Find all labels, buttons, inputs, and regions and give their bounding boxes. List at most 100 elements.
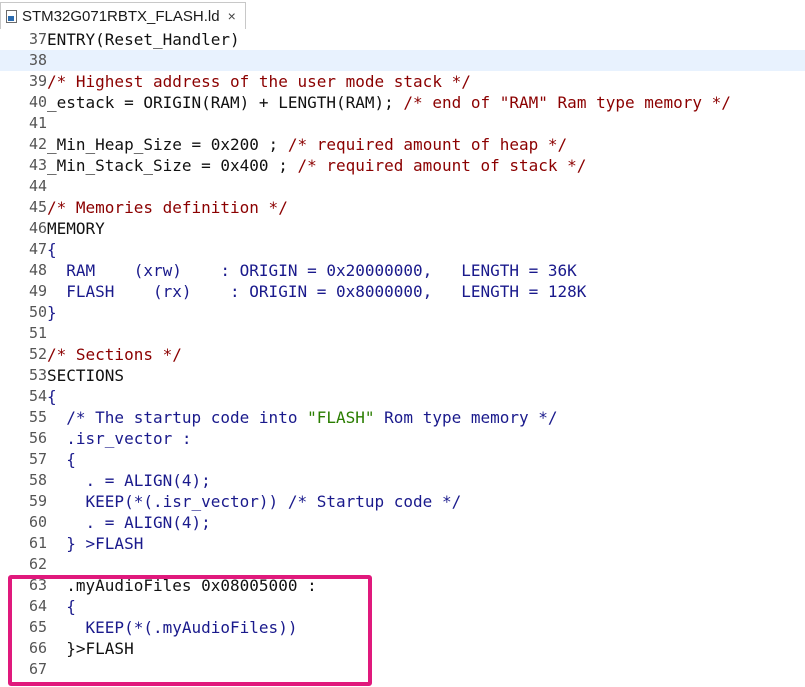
code-token: KEEP(*(.myAudioFiles)) (47, 618, 298, 637)
code-token: /* Highest address of the user mode stac… (47, 72, 471, 91)
close-icon[interactable]: × (228, 8, 236, 24)
code-token: /* required amount of stack */ (297, 156, 587, 175)
code-token: _Min_Heap_Size = 0x200 ; (47, 135, 288, 154)
tab-title: STM32G071RBTX_FLASH.ld (22, 7, 220, 25)
line-code: { (47, 596, 76, 617)
line-code: _Min_Heap_Size = 0x200 ; /* required amo… (47, 134, 567, 155)
line-number: 64 (28, 597, 47, 615)
editor-tab-bar: STM32G071RBTX_FLASH.ld × (0, 0, 805, 29)
code-token: }>FLASH (47, 639, 134, 658)
line-code: .isr_vector : (47, 428, 192, 449)
code-editor[interactable]: 37 ENTRY(Reset_Handler) 38 39/* Highest add… (0, 29, 805, 687)
code-line[interactable]: 37 ENTRY(Reset_Handler) (0, 29, 805, 50)
line-code: /* Highest address of the user mode stac… (47, 71, 471, 92)
code-line[interactable]: 65 KEEP(*(.myAudioFiles)) (0, 617, 805, 638)
code-token: .isr_vector : (47, 429, 192, 448)
code-line[interactable]: 48 RAM (xrw) : ORIGIN = 0x20000000, LENG… (0, 260, 805, 281)
code-token: _estack = ORIGIN(RAM) + LENGTH(RAM); (47, 93, 404, 112)
code-line[interactable]: 55 /* The startup code into "FLASH" Rom … (0, 407, 805, 428)
code-line[interactable]: 46 MEMORY (0, 218, 805, 239)
code-token: MEMORY (47, 219, 105, 238)
line-code: _estack = ORIGIN(RAM) + LENGTH(RAM); /* … (47, 92, 731, 113)
code-token: { (47, 597, 76, 616)
code-token: } >FLASH (47, 534, 144, 553)
line-code: ENTRY(Reset_Handler) (47, 29, 240, 50)
code-line[interactable]: 50} (0, 302, 805, 323)
line-code: MEMORY (47, 218, 105, 239)
code-token: { (47, 387, 57, 406)
line-number: 58 (28, 471, 47, 489)
code-token: /* Sections */ (47, 345, 182, 364)
code-line[interactable]: 60 . = ALIGN(4); (0, 512, 805, 533)
line-number: 59 (28, 492, 47, 510)
line-number: 53 (28, 366, 47, 384)
line-code: } (47, 302, 57, 323)
line-code: _Min_Stack_Size = 0x400 ; /* required am… (47, 155, 586, 176)
code-line[interactable]: 51 (0, 323, 805, 344)
line-number: 52 (28, 345, 47, 363)
line-number: 42 (28, 135, 47, 153)
code-line[interactable]: 57 { (0, 449, 805, 470)
code-line[interactable]: 53 SECTIONS (0, 365, 805, 386)
code-line[interactable]: 42 _Min_Heap_Size = 0x200 ; /* required a… (0, 134, 805, 155)
code-line[interactable]: 43 _Min_Stack_Size = 0x400 ; /* required … (0, 155, 805, 176)
code-line[interactable]: 39/* Highest address of the user mode st… (0, 71, 805, 92)
code-line[interactable]: 38 (0, 50, 805, 71)
code-token: SECTIONS (47, 366, 125, 385)
line-code: . = ALIGN(4); (47, 470, 211, 491)
linker-script-file-icon (6, 9, 17, 23)
code-token: . = ALIGN(4); (47, 513, 211, 532)
line-number: 37 (28, 30, 47, 48)
code-token: { (47, 240, 57, 259)
code-token: Rom type memory */ (374, 408, 558, 427)
code-line[interactable]: 45/* Memories definition */ (0, 197, 805, 218)
code-line[interactable]: 62 (0, 554, 805, 575)
line-code: /* Sections */ (47, 344, 182, 365)
line-number: 48 (28, 261, 47, 279)
code-line[interactable]: 56 .isr_vector : (0, 428, 805, 449)
line-code: . = ALIGN(4); (47, 512, 211, 533)
line-number: 51 (28, 324, 47, 342)
line-number: 41 (28, 114, 47, 132)
code-line[interactable]: 61 } >FLASH (0, 533, 805, 554)
line-code: SECTIONS (47, 365, 124, 386)
code-line[interactable]: 41 (0, 113, 805, 134)
line-number: 45 (28, 198, 47, 216)
code-line[interactable]: 49 FLASH (rx) : ORIGIN = 0x8000000, LENG… (0, 281, 805, 302)
line-number: 44 (28, 177, 47, 195)
code-token: /* The startup code into (47, 408, 308, 427)
tab-linker-script[interactable]: STM32G071RBTX_FLASH.ld × (0, 2, 246, 29)
line-number: 67 (28, 660, 47, 678)
code-line[interactable]: 63 .myAudioFiles 0x08005000 : (0, 575, 805, 596)
line-code: FLASH (rx) : ORIGIN = 0x8000000, LENGTH … (47, 281, 586, 302)
line-code: KEEP(*(.myAudioFiles)) (47, 617, 298, 638)
code-line[interactable]: 47{ (0, 239, 805, 260)
line-code: KEEP(*(.isr_vector)) /* Startup code */ (47, 491, 462, 512)
line-number: 49 (28, 282, 47, 300)
line-number: 60 (28, 513, 47, 531)
code-token: ENTRY(Reset_Handler) (47, 30, 240, 49)
line-code: RAM (xrw) : ORIGIN = 0x20000000, LENGTH … (47, 260, 577, 281)
code-line[interactable]: 64 { (0, 596, 805, 617)
line-code: } >FLASH (47, 533, 143, 554)
code-token: /* end of "RAM" Ram type memory */ (403, 93, 731, 112)
code-line[interactable]: 66 }>FLASH (0, 638, 805, 659)
code-line[interactable]: 44 (0, 176, 805, 197)
code-line[interactable]: 54{ (0, 386, 805, 407)
line-number: 50 (28, 303, 47, 321)
code-token: } (47, 303, 57, 322)
code-line[interactable]: 58 . = ALIGN(4); (0, 470, 805, 491)
line-number: 65 (28, 618, 47, 636)
code-line[interactable]: 40 _estack = ORIGIN(RAM) + LENGTH(RAM); /… (0, 92, 805, 113)
code-line[interactable]: 52/* Sections */ (0, 344, 805, 365)
line-code: /* The startup code into "FLASH" Rom typ… (47, 407, 558, 428)
code-token: FLASH (rx) : ORIGIN = 0x8000000, LENGTH … (47, 282, 587, 301)
line-code: { (47, 449, 76, 470)
line-number: 40 (28, 93, 47, 111)
code-line[interactable]: 59 KEEP(*(.isr_vector)) /* Startup code … (0, 491, 805, 512)
code-line[interactable]: 67 (0, 659, 805, 680)
code-token: _Min_Stack_Size = 0x400 ; (47, 156, 298, 175)
code-token: /* Memories definition */ (47, 198, 288, 217)
code-token: . = ALIGN(4); (47, 471, 211, 490)
line-number: 57 (28, 450, 47, 468)
